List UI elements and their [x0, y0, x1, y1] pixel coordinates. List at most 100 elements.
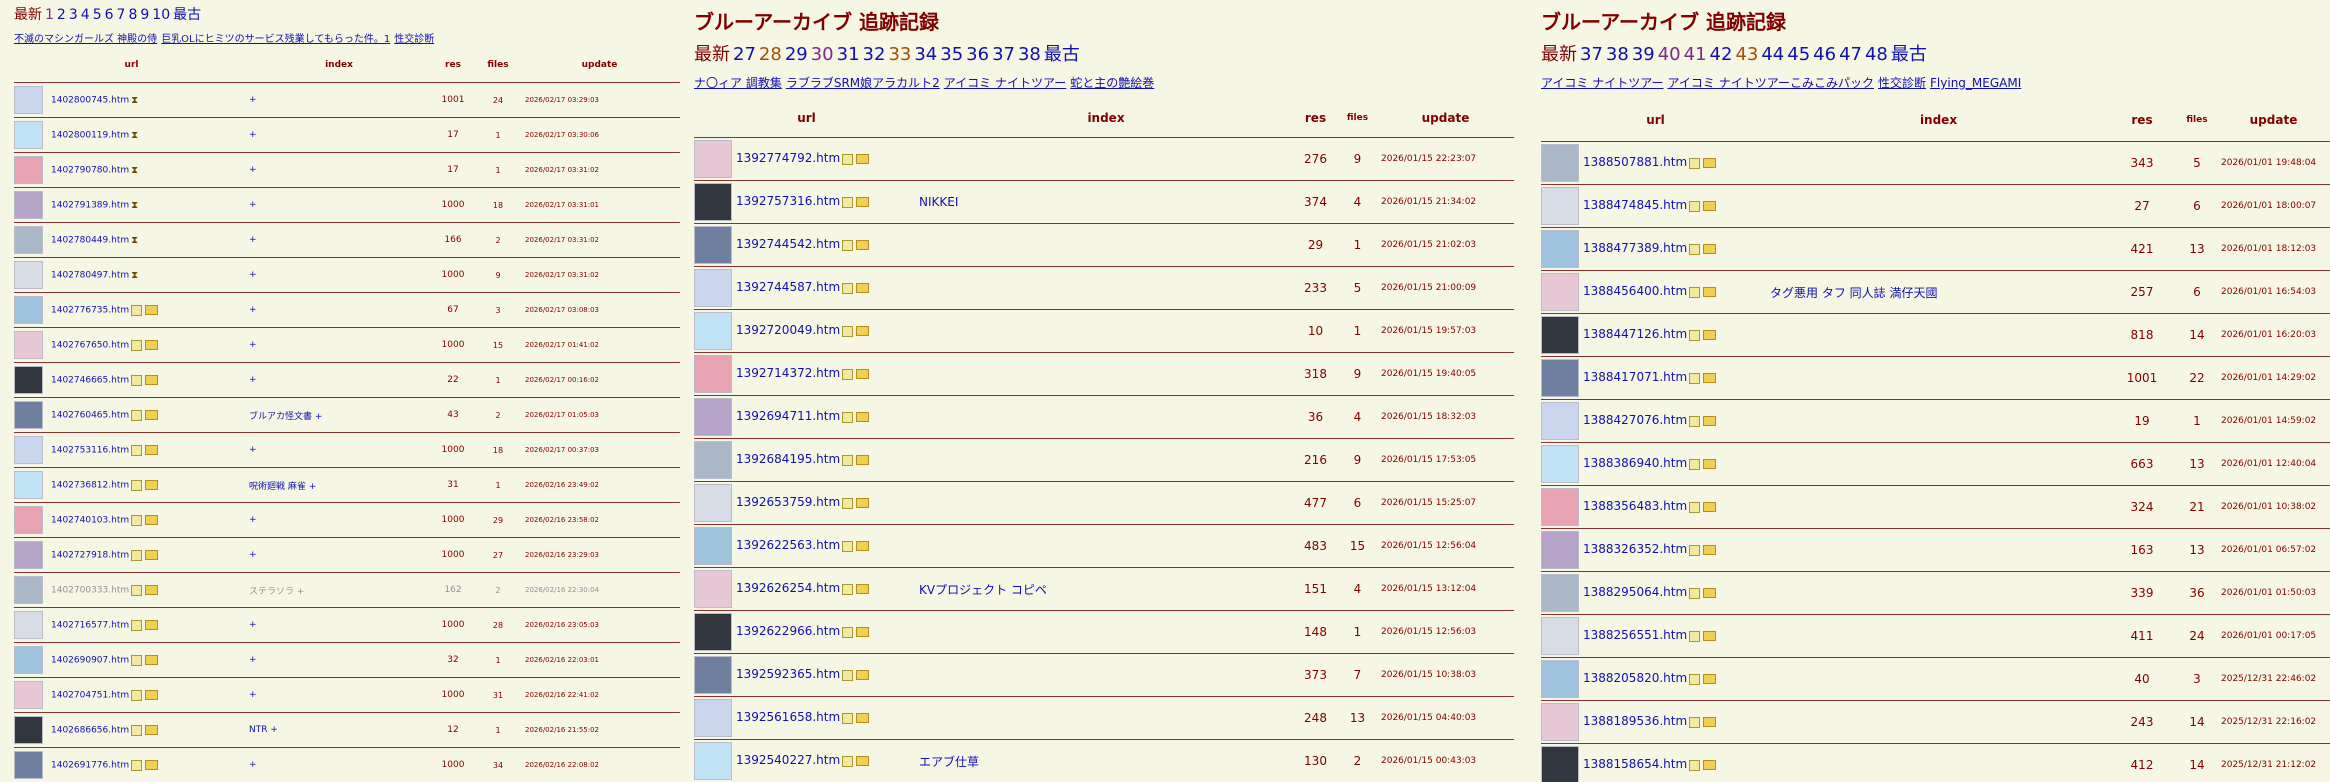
thumbnail-image[interactable] [1541, 273, 1579, 311]
thread-link[interactable]: 1388474845.htm [1583, 198, 1687, 212]
thread-link[interactable]: 1392744587.htm [736, 280, 840, 294]
thread-link[interactable]: 1392540227.htm [736, 753, 840, 767]
thread-link[interactable]: 1392592365.htm [736, 667, 840, 681]
page-link[interactable]: 7 [117, 7, 126, 23]
thread-link[interactable]: 1388158654.htm [1583, 757, 1687, 771]
page-link[interactable]: 37 [992, 44, 1015, 65]
thread-link[interactable]: 1388256551.htm [1583, 628, 1687, 642]
thumbnail-image[interactable] [694, 226, 732, 264]
thumbnail-image[interactable] [14, 646, 43, 674]
index-link[interactable]: KVプロジェクト コピペ [919, 583, 1047, 597]
index-link[interactable]: + [249, 305, 257, 315]
thread-link[interactable]: 1402700333.htm [51, 586, 129, 596]
thumbnail-image[interactable] [1541, 531, 1579, 569]
index-link[interactable]: タグ悪用 タフ 同人誌 満仔天國 [1770, 286, 1937, 300]
page-link[interactable]: 32 [863, 44, 886, 65]
thumbnail-image[interactable] [694, 183, 732, 221]
thread-link[interactable]: 1388417071.htm [1583, 370, 1687, 384]
page-link[interactable]: 10 [152, 7, 170, 23]
thumbnail-image[interactable] [14, 86, 43, 114]
index-link[interactable]: + [249, 375, 257, 385]
page-link[interactable]: 35 [940, 44, 963, 65]
thread-link[interactable]: 1392622966.htm [736, 624, 840, 638]
index-link[interactable]: + [249, 655, 257, 665]
thread-link[interactable]: 1392684195.htm [736, 452, 840, 466]
thumbnail-image[interactable] [14, 261, 43, 289]
thumbnail-image[interactable] [694, 312, 732, 350]
thread-link[interactable]: 1402727918.htm [51, 551, 129, 561]
thread-link[interactable]: 1402736812.htm [51, 481, 129, 491]
index-link[interactable]: + [249, 130, 257, 140]
related-link[interactable]: Flying_MEGAMI [1930, 76, 2021, 90]
thread-link[interactable]: 1388456400.htm [1583, 284, 1687, 298]
related-link[interactable]: アイコミ ナイトツアー [944, 76, 1067, 90]
page-link[interactable]: 1 [45, 7, 54, 23]
index-link[interactable]: ステラソラ + [249, 587, 304, 597]
thread-link[interactable]: 1388507881.htm [1583, 155, 1687, 169]
thumbnail-image[interactable] [14, 576, 43, 604]
thumbnail-image[interactable] [694, 140, 732, 178]
thread-link[interactable]: 1402760465.htm [51, 411, 129, 421]
thread-link[interactable]: 1388447126.htm [1583, 327, 1687, 341]
thread-link[interactable]: 1388189536.htm [1583, 714, 1687, 728]
thumbnail-image[interactable] [14, 331, 43, 359]
page-link[interactable]: 42 [1710, 44, 1733, 65]
index-link[interactable]: + [249, 550, 257, 560]
thumbnail-image[interactable] [1541, 617, 1579, 655]
page-link[interactable]: 40 [1658, 44, 1681, 65]
index-link[interactable]: 呪術廻戦 麻雀 + [249, 482, 316, 492]
thread-link[interactable]: 1402800119.htm [51, 131, 129, 141]
thumbnail-image[interactable] [1541, 187, 1579, 225]
related-link[interactable]: ナ〇ィア 調教集 [694, 76, 782, 90]
thumbnail-image[interactable] [1541, 703, 1579, 741]
thread-link[interactable]: 1402746665.htm [51, 376, 129, 386]
thread-link[interactable]: 1388356483.htm [1583, 499, 1687, 513]
related-link[interactable]: 巨乳OLにヒミツのサービス残業してもらった件。1 [161, 34, 390, 45]
page-link[interactable]: 2 [57, 7, 66, 23]
thumbnail-image[interactable] [694, 570, 732, 608]
thumbnail-image[interactable] [694, 742, 732, 780]
index-link[interactable]: ブルアカ怪文書 + [249, 412, 322, 422]
thumbnail-image[interactable] [1541, 316, 1579, 354]
page-link[interactable]: 8 [128, 7, 137, 23]
thumbnail-image[interactable] [14, 121, 43, 149]
index-link[interactable]: NIKKEI [919, 195, 958, 209]
page-link[interactable]: 最古 [1891, 44, 1927, 65]
thread-link[interactable]: 1402780449.htm [51, 236, 129, 246]
related-link[interactable]: ラブラブSRM娘アラカルト2 [786, 76, 940, 90]
page-link[interactable]: 28 [759, 44, 782, 65]
thumbnail-image[interactable] [14, 541, 43, 569]
thumbnail-image[interactable] [694, 613, 732, 651]
index-link[interactable]: + [249, 235, 257, 245]
thread-link[interactable]: 1392626254.htm [736, 581, 840, 595]
thumbnail-image[interactable] [1541, 660, 1579, 698]
thumbnail-image[interactable] [694, 699, 732, 737]
page-link[interactable]: 6 [105, 7, 114, 23]
thread-link[interactable]: 1388386940.htm [1583, 456, 1687, 470]
page-link[interactable]: 41 [1684, 44, 1707, 65]
index-link[interactable]: エアブ仕草 [919, 755, 979, 769]
page-link[interactable]: 38 [1606, 44, 1629, 65]
page-link[interactable]: 44 [1761, 44, 1784, 65]
thread-link[interactable]: 1388295064.htm [1583, 585, 1687, 599]
thumbnail-image[interactable] [14, 296, 43, 324]
page-link[interactable]: 43 [1735, 44, 1758, 65]
thread-link[interactable]: 1392622563.htm [736, 538, 840, 552]
thread-link[interactable]: 1402691776.htm [51, 761, 129, 771]
index-link[interactable]: + [249, 340, 257, 350]
page-link[interactable]: 37 [1580, 44, 1603, 65]
thumbnail-image[interactable] [1541, 402, 1579, 440]
thread-link[interactable]: 1392744542.htm [736, 237, 840, 251]
related-link[interactable]: 性交診断 [394, 34, 434, 45]
thread-link[interactable]: 1392714372.htm [736, 366, 840, 380]
thumbnail-image[interactable] [1541, 230, 1579, 268]
page-link[interactable]: 31 [837, 44, 860, 65]
page-link[interactable]: 46 [1813, 44, 1836, 65]
page-link[interactable]: 29 [785, 44, 808, 65]
page-link[interactable]: 27 [733, 44, 756, 65]
index-link[interactable]: + [249, 270, 257, 280]
thread-link[interactable]: 1392757316.htm [736, 194, 840, 208]
page-link[interactable]: 38 [1018, 44, 1041, 65]
index-link[interactable]: NTR + [249, 725, 278, 735]
thumbnail-image[interactable] [14, 366, 43, 394]
